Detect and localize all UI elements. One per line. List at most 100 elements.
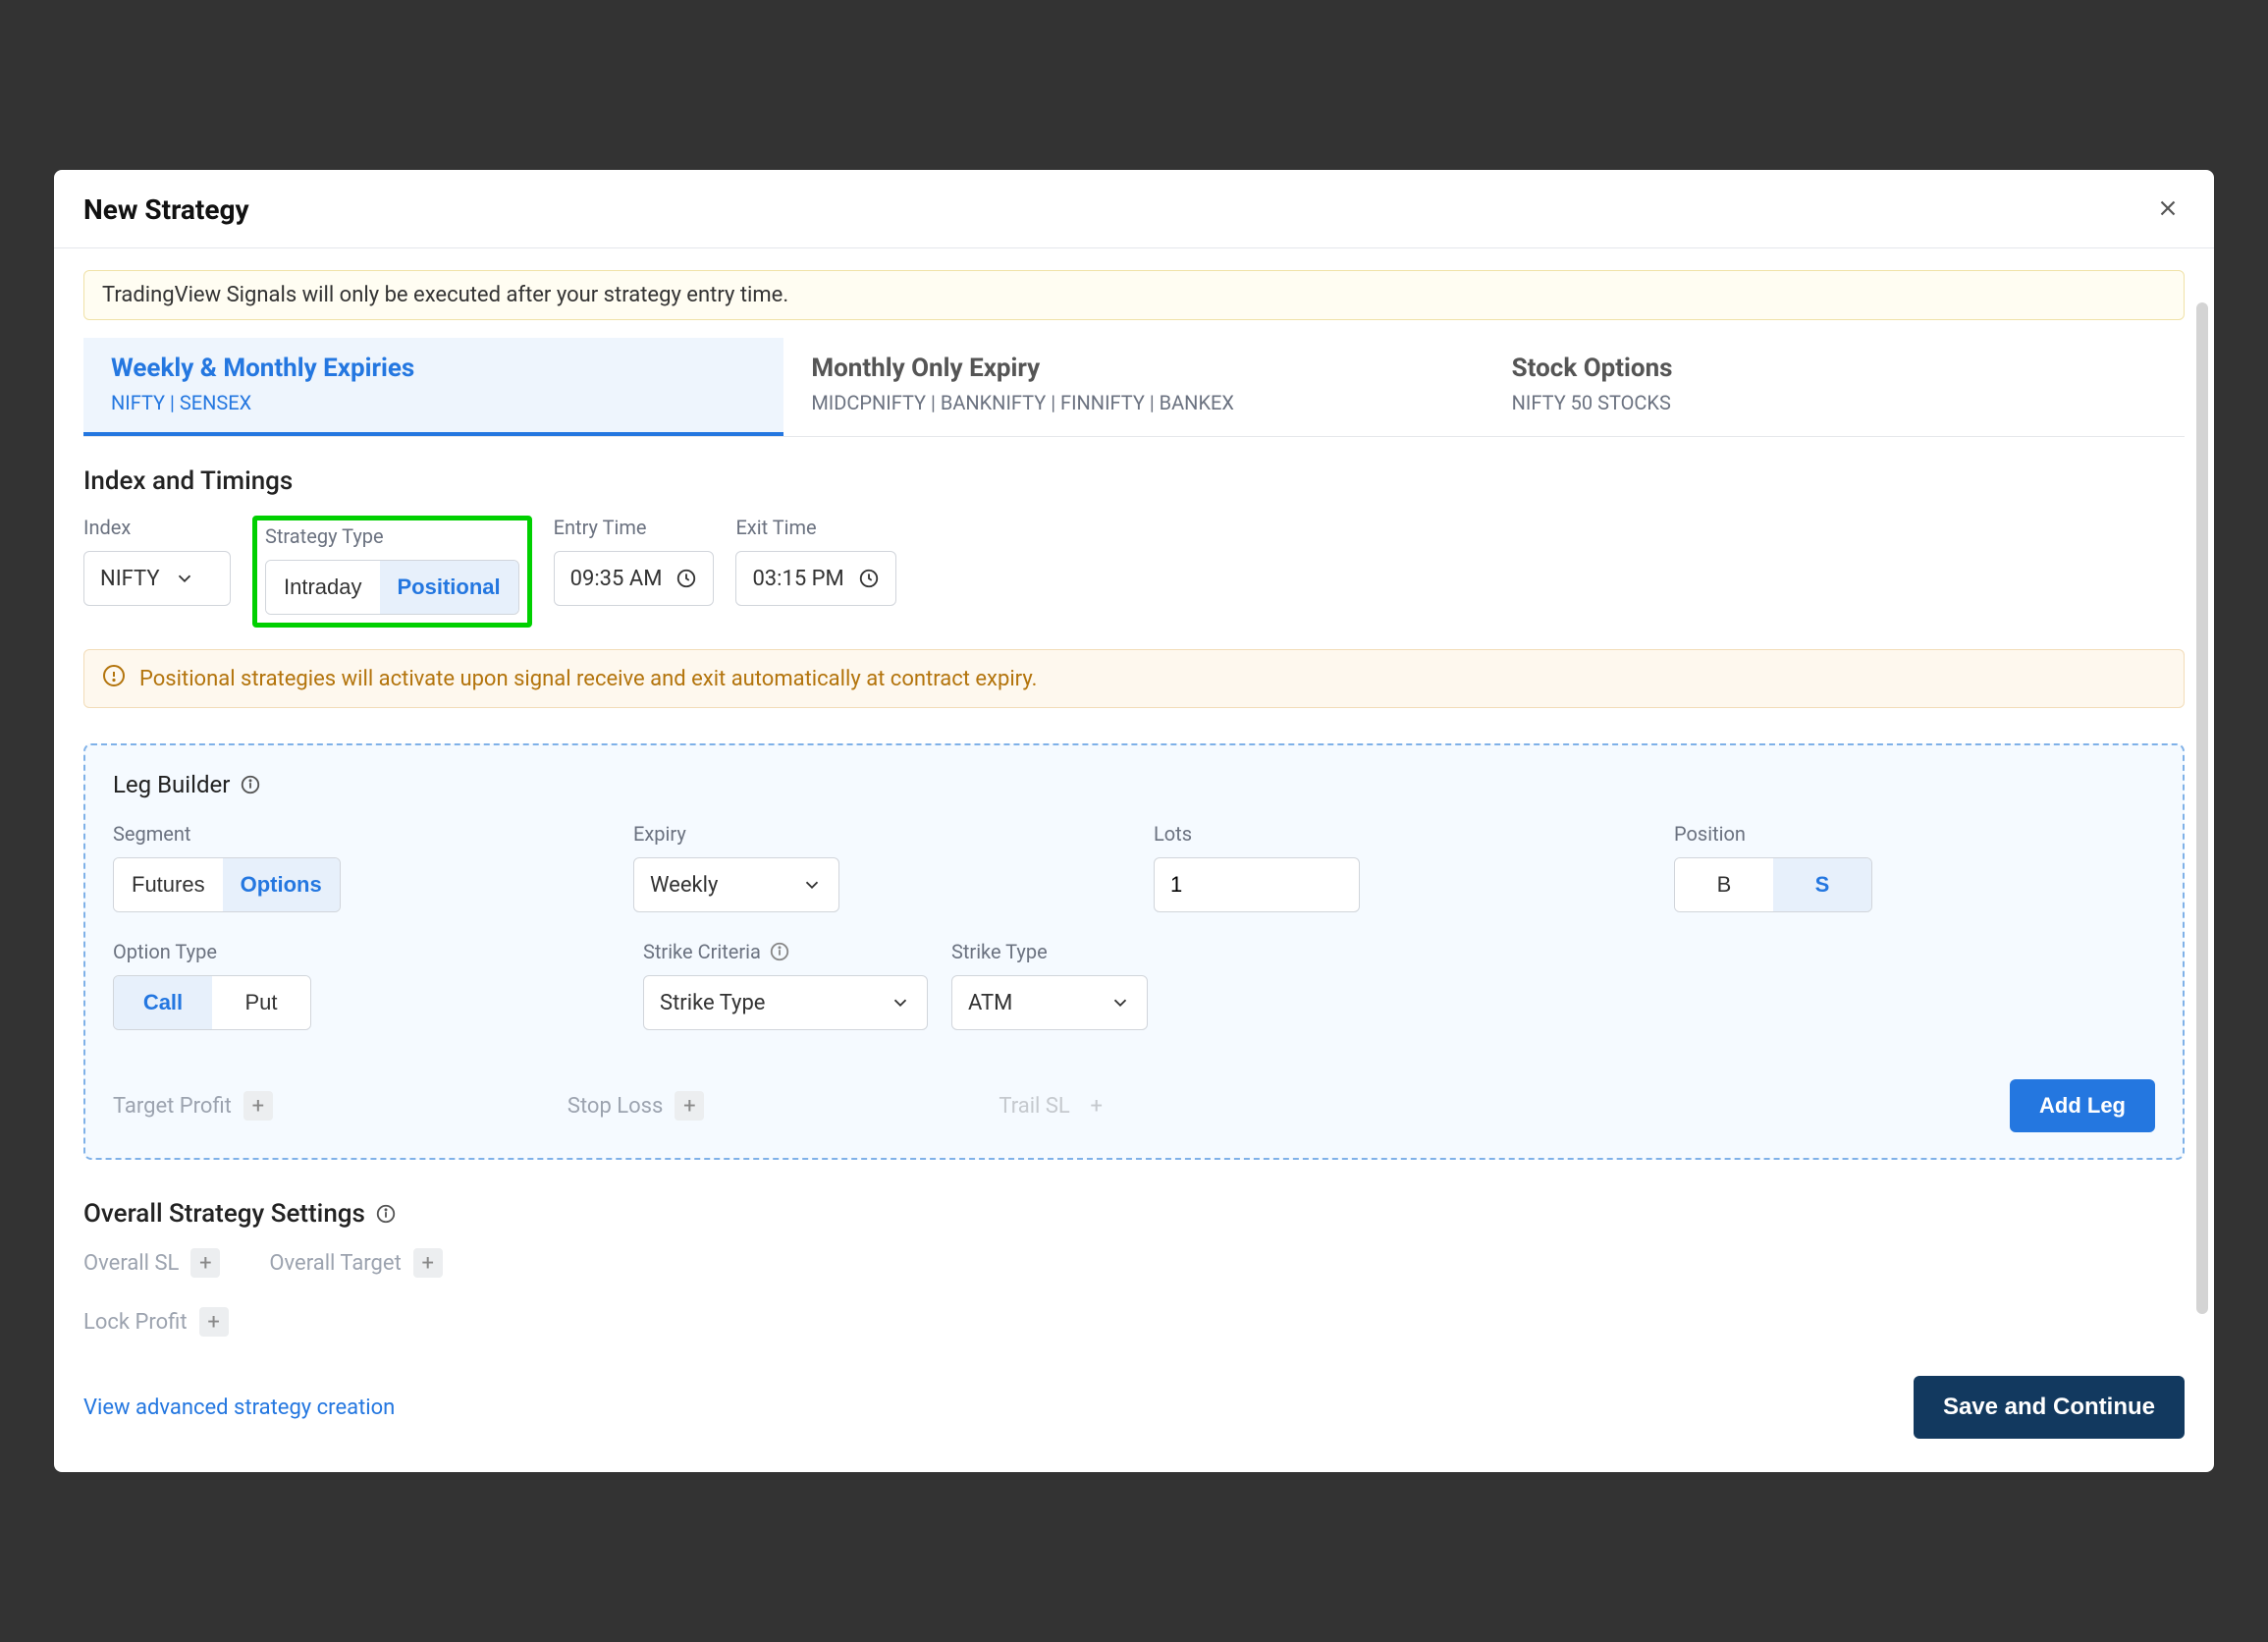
tab-subtitle: MIDCPNIFTY | BANKNIFTY | FINNIFTY | BANK…: [811, 391, 1456, 414]
tab-subtitle: NIFTY 50 STOCKS: [1512, 391, 2157, 414]
expiry-field: Expiry Weekly: [633, 822, 1114, 912]
tab-stock-options[interactable]: Stock Options NIFTY 50 STOCKS: [1485, 338, 2185, 436]
strike-type-label: Strike Type: [951, 940, 1148, 963]
lots-label: Lots: [1154, 822, 1635, 846]
index-timings-row: Index NIFTY Strategy Type Intraday Posit…: [83, 516, 2185, 628]
segment-label: Segment: [113, 822, 594, 846]
entry-time-value: 09:35 AM: [570, 567, 663, 591]
sell-button[interactable]: S: [1773, 858, 1871, 911]
plus-icon: +: [199, 1307, 229, 1337]
clock-icon: [858, 568, 880, 589]
info-icon[interactable]: [240, 774, 261, 795]
position-field: Position B S: [1674, 822, 2155, 912]
entry-time-field: Entry Time 09:35 AM: [554, 516, 715, 628]
strike-fields: Strike Criteria Strike Type: [643, 940, 1625, 1030]
exit-time-value: 03:15 PM: [752, 567, 843, 591]
lots-field: Lots: [1154, 822, 1635, 912]
info-icon: [102, 664, 126, 693]
scrollbar[interactable]: [2196, 302, 2208, 1314]
tab-title: Monthly Only Expiry: [811, 354, 1456, 383]
overall-target-label: Overall Target: [269, 1251, 401, 1276]
expiry-tabs: Weekly & Monthly Expiries NIFTY | SENSEX…: [83, 338, 2185, 437]
overall-sl-add[interactable]: Overall SL +: [83, 1248, 220, 1278]
overall-heading: Overall Strategy Settings: [83, 1199, 365, 1229]
lock-profit-add[interactable]: Lock Profit +: [83, 1307, 229, 1337]
chevron-down-icon: [890, 992, 911, 1013]
overall-target-add[interactable]: Overall Target +: [269, 1248, 442, 1278]
lock-profit-label: Lock Profit: [83, 1310, 188, 1335]
chevron-down-icon: [801, 874, 823, 896]
info-icon[interactable]: [375, 1203, 397, 1225]
tab-title: Stock Options: [1512, 354, 2157, 383]
exit-time-label: Exit Time: [735, 516, 895, 539]
stop-loss-label: Stop Loss: [567, 1094, 664, 1119]
lots-value[interactable]: [1170, 872, 1343, 898]
options-button[interactable]: Options: [223, 858, 340, 911]
strategy-type-toggle: Intraday Positional: [265, 560, 519, 615]
leg-footer: Target Profit + Stop Loss + Trail SL + A…: [113, 1079, 2155, 1132]
leg-row-2: Option Type Call Put Strike Criteria: [113, 940, 2155, 1030]
futures-button[interactable]: Futures: [114, 858, 223, 911]
signal-info-banner: TradingView Signals will only be execute…: [83, 270, 2185, 320]
save-continue-button[interactable]: Save and Continue: [1914, 1376, 2185, 1439]
lots-input[interactable]: [1154, 857, 1360, 912]
modal-footer: View advanced strategy creation Save and…: [54, 1346, 2214, 1472]
put-button[interactable]: Put: [212, 976, 310, 1029]
stop-loss-add[interactable]: Stop Loss +: [567, 1091, 705, 1121]
exit-time-input[interactable]: 03:15 PM: [735, 551, 895, 606]
overall-row-1: Overall SL + Overall Target +: [83, 1248, 2185, 1278]
close-button[interactable]: [2151, 192, 2185, 228]
leg-row-1: Segment Futures Options Expiry Weekly: [113, 822, 2155, 912]
modal-header: New Strategy: [54, 170, 2214, 248]
option-type-toggle: Call Put: [113, 975, 311, 1030]
leg-builder-panel: Leg Builder Segment Futures Options Expi…: [83, 743, 2185, 1160]
trail-sl-label: Trail SL: [999, 1094, 1069, 1119]
chevron-down-icon: [1109, 992, 1131, 1013]
intraday-button[interactable]: Intraday: [266, 561, 380, 614]
modal-body: TradingView Signals will only be execute…: [54, 248, 2214, 1346]
buy-button[interactable]: B: [1675, 858, 1773, 911]
strike-criteria-label: Strike Criteria: [643, 940, 761, 963]
option-type-field: Option Type Call Put: [113, 940, 604, 1030]
index-select[interactable]: NIFTY: [83, 551, 231, 606]
expiry-select[interactable]: Weekly: [633, 857, 839, 912]
strategy-type-label: Strategy Type: [265, 524, 519, 548]
plus-icon: +: [675, 1091, 704, 1121]
target-profit-add[interactable]: Target Profit +: [113, 1091, 273, 1121]
segment-toggle: Futures Options: [113, 857, 341, 912]
tab-subtitle: NIFTY | SENSEX: [111, 391, 756, 414]
entry-time-input[interactable]: 09:35 AM: [554, 551, 715, 606]
new-strategy-modal: New Strategy TradingView Signals will on…: [54, 170, 2214, 1472]
overall-sl-label: Overall SL: [83, 1251, 179, 1276]
add-leg-button[interactable]: Add Leg: [2010, 1079, 2155, 1132]
info-icon[interactable]: [769, 941, 790, 962]
strike-type-field: Strike Type ATM: [951, 940, 1148, 1030]
call-button[interactable]: Call: [114, 976, 212, 1029]
clock-icon: [675, 568, 697, 589]
overall-heading-row: Overall Strategy Settings: [83, 1199, 2185, 1229]
close-icon: [2155, 209, 2181, 224]
tab-monthly-only[interactable]: Monthly Only Expiry MIDCPNIFTY | BANKNIF…: [783, 338, 1484, 436]
plus-icon: +: [1082, 1091, 1111, 1121]
tab-title: Weekly & Monthly Expiries: [111, 354, 756, 383]
expiry-label: Expiry: [633, 822, 1114, 846]
positional-button[interactable]: Positional: [380, 561, 518, 614]
expiry-value: Weekly: [650, 873, 718, 898]
option-type-label: Option Type: [113, 940, 604, 963]
index-value: NIFTY: [100, 567, 160, 591]
strike-type-select[interactable]: ATM: [951, 975, 1148, 1030]
index-field: Index NIFTY: [83, 516, 231, 628]
strike-type-value: ATM: [968, 991, 1012, 1015]
trail-sl-add: Trail SL +: [999, 1091, 1110, 1121]
entry-time-label: Entry Time: [554, 516, 715, 539]
advanced-creation-link[interactable]: View advanced strategy creation: [83, 1396, 395, 1420]
modal-title: New Strategy: [83, 193, 249, 226]
overall-settings-section: Overall Strategy Settings Overall SL + O…: [83, 1199, 2185, 1337]
strategy-type-field: Strategy Type Intraday Positional: [252, 516, 532, 628]
chevron-down-icon: [174, 568, 195, 589]
leg-builder-heading: Leg Builder: [113, 771, 2155, 798]
position-label: Position: [1674, 822, 2155, 846]
strike-criteria-select[interactable]: Strike Type: [643, 975, 928, 1030]
plus-icon: +: [243, 1091, 273, 1121]
tab-weekly-monthly[interactable]: Weekly & Monthly Expiries NIFTY | SENSEX: [83, 338, 783, 436]
